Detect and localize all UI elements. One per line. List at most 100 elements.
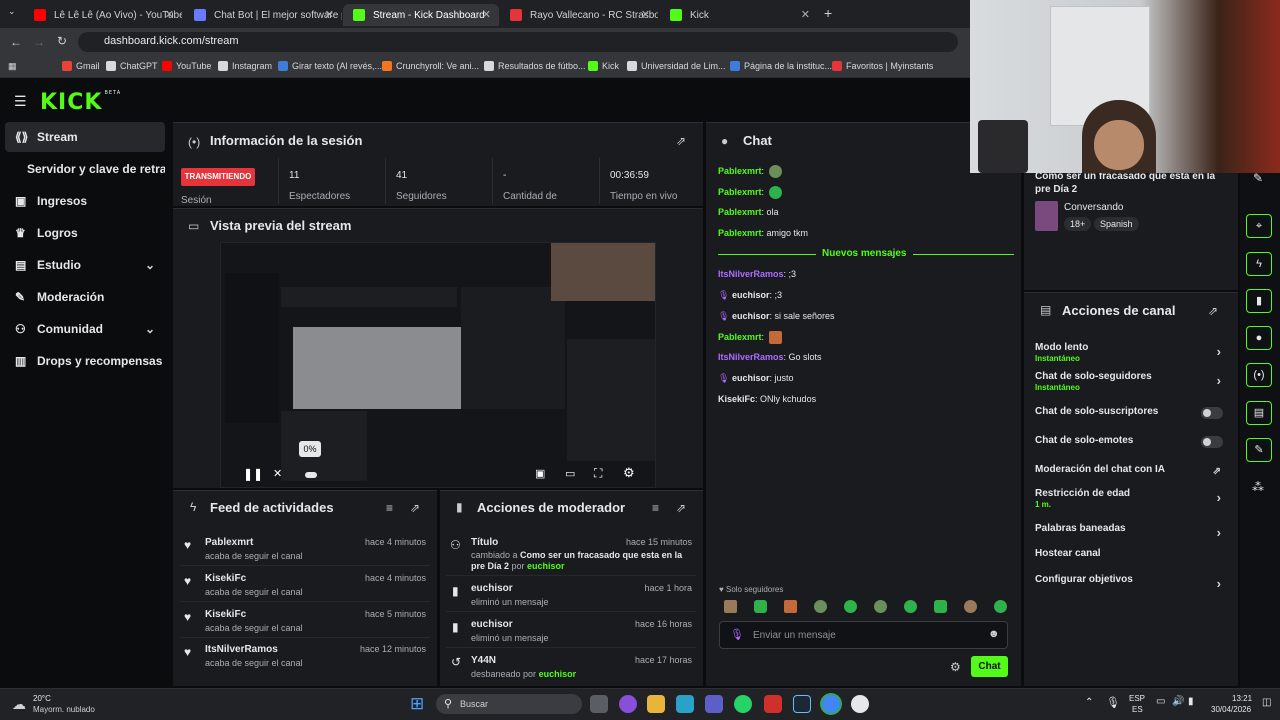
sidebar-item-moderacion[interactable]: ✎ Moderación xyxy=(5,282,165,312)
reload-icon[interactable]: ↻ xyxy=(57,34,67,48)
action-followers-only[interactable]: Chat de solo-seguidores Instantáneo › xyxy=(1035,371,1225,392)
close-tab-icon[interactable]: ✕ xyxy=(325,8,334,21)
emote-icon[interactable] xyxy=(754,600,767,613)
popout-icon[interactable]: ⇗ xyxy=(676,501,686,515)
emote-icon[interactable] xyxy=(904,600,917,613)
kick-logo[interactable]: KICK BETA xyxy=(40,90,121,115)
wifi-icon[interactable]: ▭ xyxy=(1156,696,1165,707)
sidebar-item-estudio[interactable]: ▤ Estudio ⌄ xyxy=(5,250,165,280)
bookmark-girar-texto[interactable]: Girar texto (Al revés,... xyxy=(278,61,382,71)
file-explorer-icon[interactable] xyxy=(647,695,665,713)
clock-date[interactable]: 30/04/2026 xyxy=(1211,705,1251,714)
rail-button-broadcast[interactable]: (•) xyxy=(1246,363,1272,387)
chat-username[interactable]: KisekiFc xyxy=(718,394,755,404)
bookmark-resultados[interactable]: Resultados de fútbo... xyxy=(484,61,586,71)
sidebar-item-ingresos[interactable]: ▣ Ingresos xyxy=(5,186,165,216)
close-tab-icon[interactable]: ✕ xyxy=(482,8,491,21)
chat-username[interactable]: ItsNilverRamos xyxy=(718,352,784,362)
task-view-icon[interactable] xyxy=(590,695,608,713)
filter-icon[interactable]: ≡ xyxy=(386,501,393,515)
pip-icon[interactable]: ▣ xyxy=(535,467,545,480)
rail-button-clipboard[interactable]: ▮ xyxy=(1246,289,1272,313)
chat-input[interactable]: 🎙 Enviar un mensaje ☻ xyxy=(719,621,1008,649)
send-chat-button[interactable]: Chat xyxy=(971,656,1008,677)
battery-icon[interactable]: ▮ xyxy=(1188,696,1194,707)
forward-icon[interactable]: → xyxy=(33,35,45,49)
rail-button-sliders[interactable]: ▤ xyxy=(1246,401,1272,425)
chat-username[interactable]: Pablexmrt xyxy=(718,228,762,238)
bookmark-youtube[interactable]: YouTube xyxy=(162,61,211,71)
settings-icon[interactable]: ⚙ xyxy=(623,465,635,481)
action-banned-words[interactable]: Palabras baneadas › xyxy=(1035,523,1225,540)
action-configure-goals[interactable]: Configurar objetivos › xyxy=(1035,574,1225,591)
store-icon[interactable] xyxy=(676,695,694,713)
edit-icon[interactable]: ✎ xyxy=(1253,171,1263,185)
emote-icon[interactable] xyxy=(784,600,797,613)
popout-icon[interactable]: ⇗ xyxy=(410,501,420,515)
volume-icon[interactable]: 🔊 xyxy=(1172,696,1184,707)
weather-widget[interactable]: ☁ 20°C Mayorm. nublado xyxy=(10,693,120,717)
sidebar-item-drops[interactable]: ▥ Drops y recompensas xyxy=(5,346,165,376)
sidebar-item-comunidad[interactable]: ⚇ Comunidad ⌄ xyxy=(5,314,165,344)
new-tab-button[interactable]: + xyxy=(824,5,832,21)
popout-icon[interactable]: ⇗ xyxy=(676,134,686,148)
keyboard-indicator[interactable]: ES xyxy=(1132,705,1143,714)
emote-icon[interactable] xyxy=(934,600,947,613)
chevron-up-icon[interactable]: ⌃ xyxy=(1085,697,1093,708)
subscribers-only-toggle[interactable] xyxy=(1201,407,1223,419)
emote-icon[interactable] xyxy=(814,600,827,613)
close-tab-icon[interactable]: ✕ xyxy=(165,8,174,21)
rail-button-bolt[interactable]: ϟ xyxy=(1246,252,1272,276)
popout-icon[interactable]: ⇗ xyxy=(1208,304,1218,318)
obs-icon[interactable] xyxy=(851,695,869,713)
steam-icon[interactable] xyxy=(793,695,811,713)
whatsapp-icon[interactable] xyxy=(734,695,752,713)
add-widget-icon[interactable]: ⁂ xyxy=(1252,480,1264,494)
chat-username[interactable]: Pablexmrt xyxy=(718,166,762,176)
tab-kick-dashboard[interactable]: Stream - Kick Dashboard ✕ xyxy=(343,4,499,26)
rail-button-wrench[interactable]: ✎ xyxy=(1246,438,1272,462)
clock-time[interactable]: 13:21 xyxy=(1232,694,1252,703)
bookmark-instagram[interactable]: Instagram xyxy=(218,61,272,71)
teams-icon[interactable] xyxy=(705,695,723,713)
bookmark-myinstants[interactable]: Favoritos | Myinstants xyxy=(832,61,933,71)
emote-icon[interactable] xyxy=(994,600,1007,613)
tab-rayo[interactable]: Rayo Vallecano - RC Strasbourg✕ xyxy=(500,4,658,26)
copilot-icon[interactable] xyxy=(619,695,637,713)
notification-icon[interactable]: ◫ xyxy=(1262,697,1271,708)
stream-video[interactable]: 0% ❚❚ ✕ ▣ ▭ ⛶ ⚙ xyxy=(220,242,656,488)
emote-icon[interactable] xyxy=(724,600,737,613)
apps-icon[interactable]: ▦ xyxy=(8,61,17,72)
taskbar-search[interactable]: ⚲ Buscar xyxy=(436,694,582,714)
start-icon[interactable]: ⊞ xyxy=(410,694,424,714)
theater-icon[interactable]: ▭ xyxy=(565,467,575,480)
bookmark-chatgpt[interactable]: ChatGPT xyxy=(106,61,158,71)
emote-icon[interactable] xyxy=(874,600,887,613)
language-indicator[interactable]: ESP xyxy=(1129,694,1145,703)
bookmark-universidad[interactable]: Universidad de Lim... xyxy=(627,61,726,71)
rail-button-chat[interactable]: ● xyxy=(1246,326,1272,350)
rail-button-target[interactable]: ⌖ xyxy=(1246,214,1272,238)
chat-username[interactable]: euchisor xyxy=(732,373,770,383)
action-slow-mode[interactable]: Modo lento Instantáneo › xyxy=(1035,342,1225,363)
tab-youtube[interactable]: Lê Lê Lê (Ao Vivo) - YouTube ✕ xyxy=(24,4,182,26)
close-tab-icon[interactable]: ✕ xyxy=(801,8,810,21)
action-age-restriction[interactable]: Restricción de edad 1 m. › xyxy=(1035,488,1225,509)
tag-badge[interactable]: 18+ xyxy=(1064,217,1092,231)
pause-icon[interactable]: ❚❚ xyxy=(243,467,263,481)
close-tab-icon[interactable]: ✕ xyxy=(641,8,650,21)
tab-kick[interactable]: Kick ✕ xyxy=(660,4,818,26)
url-input[interactable]: dashboard.kick.com/stream xyxy=(78,32,958,52)
emoji-picker-icon[interactable]: ☻ xyxy=(988,628,1000,640)
tab-chatbot[interactable]: Chat Bot | El mejor software par...✕ xyxy=(184,4,342,26)
chat-settings-icon[interactable]: ⚙ xyxy=(950,660,961,674)
sidebar-item-stream[interactable]: ⟪⟫ Stream xyxy=(5,122,165,152)
volume-slider[interactable] xyxy=(305,472,317,478)
category-label[interactable]: Conversando xyxy=(1064,202,1123,213)
chat-username[interactable]: euchisor xyxy=(732,311,770,321)
fullscreen-icon[interactable]: ⛶ xyxy=(594,466,602,481)
sidebar-item-servidor[interactable]: Servidor y clave de retransn xyxy=(5,154,165,184)
emote-icon[interactable] xyxy=(844,600,857,613)
action-host-channel[interactable]: Hostear canal xyxy=(1035,548,1225,559)
mute-icon[interactable]: ✕ xyxy=(273,467,282,480)
